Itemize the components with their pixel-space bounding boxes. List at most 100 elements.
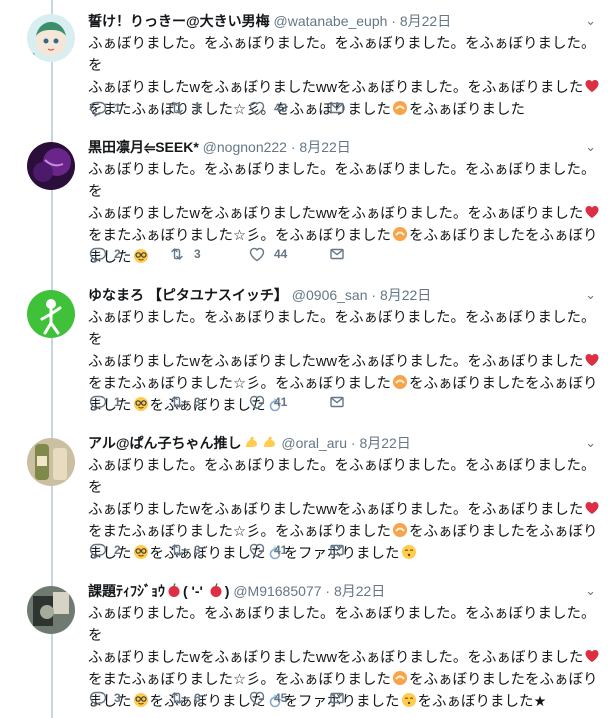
chevron-down-icon[interactable]: ⌄	[585, 11, 596, 31]
separator: ·	[290, 139, 296, 155]
separator: ·	[391, 13, 396, 29]
retweet-count: 3	[194, 247, 201, 261]
text-line: をふぁぼりましたをふぁぼり	[409, 524, 598, 540]
like-count: 43	[274, 101, 288, 115]
red-heart-emoji	[585, 502, 599, 514]
heart-icon	[249, 101, 265, 116]
envelope-icon	[330, 102, 344, 114]
tweet[interactable]: ♪ 誓け！りっきー@大きい男梅 @watanabe_euph · 8月22日 ⌄…	[0, 0, 608, 126]
slot-emoji	[393, 227, 407, 241]
dm-button[interactable]	[328, 541, 408, 559]
text-line: ふぁぼりました。をふぁぼりました。をふぁぼりました。をふぁぼりました。を	[88, 162, 596, 200]
retweet-icon	[171, 692, 183, 704]
avatar[interactable]	[27, 438, 75, 486]
like-button[interactable]: 44	[248, 245, 328, 263]
display-name[interactable]: アル@ぱん子ちゃん推し	[88, 435, 242, 451]
tweet-date[interactable]: 8月22日	[299, 139, 350, 155]
chevron-down-icon[interactable]: ⌄	[585, 285, 596, 305]
retweet-icon	[171, 102, 183, 114]
retweet-button[interactable]: 3	[168, 245, 248, 263]
display-name[interactable]: 課題ﾃｨﾌｼﾞｮｳ	[88, 583, 165, 599]
text-line: をふぁぼりましたをふぁぼり	[409, 376, 598, 392]
tweet-actions: 1 3 41	[88, 392, 408, 412]
reply-count: 2	[114, 247, 121, 261]
tweet-actions: 3 6 45	[88, 688, 408, 708]
display-name-suffix: ( '-'	[183, 583, 207, 599]
display-name[interactable]: ゆなまろ 【ピタユナスイッチ】	[88, 287, 288, 303]
display-name[interactable]: 誓け！りっきー@大きい男梅	[88, 13, 270, 29]
chevron-down-icon[interactable]: ⌄	[585, 433, 596, 453]
tweet[interactable]: アル@ぱん子ちゃん推し @oral_aru · 8月22日 ⌄ ふぁぼりました。…	[0, 422, 608, 570]
text-line: をふぁぼりましたをふぁぼり	[409, 672, 598, 688]
reply-button[interactable]: 1	[88, 393, 168, 411]
envelope-icon	[330, 248, 344, 260]
user-handle[interactable]: @0906_san	[292, 287, 368, 303]
heart-icon	[249, 247, 265, 262]
retweet-button[interactable]: 3	[168, 541, 248, 559]
svg-text:♪: ♪	[31, 52, 35, 60]
like-count: 41	[274, 395, 288, 409]
text-line: をまたふぁぼりました☆彡。をふぁぼりました	[88, 376, 391, 392]
retweet-icon	[171, 248, 183, 260]
text-line: ふぁぼりました。をふぁぼりました。をふぁぼりました。をふぁぼりました。を	[88, 310, 596, 348]
red-heart-emoji	[585, 650, 599, 662]
slot-emoji	[393, 671, 407, 685]
chevron-down-icon[interactable]: ⌄	[585, 581, 596, 601]
retweet-button[interactable]: 3	[168, 99, 248, 117]
reply-button[interactable]: 1	[88, 99, 168, 117]
like-button[interactable]: 43	[248, 99, 328, 117]
text-line: ふぁぼりました。をふぁぼりました。をふぁぼりました。をふぁぼりました。を	[88, 606, 596, 644]
dm-button[interactable]	[328, 99, 408, 117]
like-button[interactable]: 41	[248, 541, 328, 559]
avatar[interactable]	[27, 290, 75, 338]
red-heart-emoji	[585, 354, 599, 366]
reply-button[interactable]: 2	[88, 541, 168, 559]
envelope-icon	[330, 396, 344, 408]
flexed-biceps-emoji	[263, 437, 275, 447]
chevron-down-icon[interactable]: ⌄	[585, 137, 596, 157]
text-line: をまたふぁぼりました☆彡。をふぁぼりました	[88, 228, 391, 244]
text-line: ふぁぼりましたwをふぁぼりましたwwをふぁぼりました。をふぁぼりました	[88, 502, 584, 518]
reply-count: 1	[114, 395, 121, 409]
tweet-date[interactable]: 8月22日	[380, 287, 431, 303]
user-handle[interactable]: @M91685077	[233, 583, 321, 599]
tweet-date[interactable]: 8月22日	[334, 583, 385, 599]
user-handle[interactable]: @nognon222	[203, 139, 287, 155]
dm-button[interactable]	[328, 245, 408, 263]
text-line: ふぁぼりましたwをふぁぼりましたwwをふぁぼりました。をふぁぼりました	[88, 80, 584, 96]
heart-icon	[249, 543, 265, 558]
tweet[interactable]: 黒田凛月⥢SEEK* @nognon222 · 8月22日 ⌄ ふぁぼりました。…	[0, 126, 608, 274]
like-button[interactable]: 45	[248, 689, 328, 707]
user-handle[interactable]: @watanabe_euph	[274, 13, 388, 29]
retweet-button[interactable]: 6	[168, 689, 248, 707]
dm-button[interactable]	[328, 689, 408, 707]
dm-button[interactable]	[328, 393, 408, 411]
heart-icon	[249, 691, 265, 706]
envelope-icon	[330, 692, 344, 704]
text-line: をふぁぼりましたをふぁぼり	[409, 228, 598, 244]
tweet-header: 課題ﾃｨﾌｼﾞｮｳ ( '-' ) @M91685077 · 8月22日 ⌄	[88, 581, 598, 601]
avatar[interactable]	[27, 142, 75, 190]
tweet-date[interactable]: 8月22日	[400, 13, 451, 29]
avatar[interactable]	[27, 586, 75, 634]
reply-button[interactable]: 3	[88, 689, 168, 707]
like-button[interactable]: 41	[248, 393, 328, 411]
tweet[interactable]: 課題ﾃｨﾌｼﾞｮｳ ( '-' ) @M91685077 · 8月22日 ⌄ ふぁ…	[0, 570, 608, 718]
reply-icon	[89, 247, 106, 263]
separator: ·	[350, 435, 356, 451]
retweet-count: 3	[194, 395, 201, 409]
tweet[interactable]: ゆなまろ 【ピタユナスイッチ】 @0906_san · 8月22日 ⌄ ふぁぼり…	[0, 274, 608, 422]
heart-icon	[249, 395, 265, 410]
text-line: ふぁぼりましたwをふぁぼりましたwwをふぁぼりました。をふぁぼりました	[88, 650, 584, 666]
reply-button[interactable]: 2	[88, 245, 168, 263]
display-name[interactable]: 黒田凛月⥢SEEK*	[88, 139, 199, 155]
retweet-button[interactable]: 3	[168, 393, 248, 411]
avatar[interactable]: ♪	[27, 14, 75, 62]
retweet-icon	[171, 544, 183, 556]
user-handle[interactable]: @oral_aru	[281, 435, 347, 451]
tweet-date[interactable]: 8月22日	[359, 435, 410, 451]
slot-emoji	[393, 375, 407, 389]
like-count: 45	[274, 691, 288, 705]
retweet-count: 3	[194, 101, 201, 115]
text-line: をまたふぁぼりました☆彡。をふぁぼりました	[88, 524, 391, 540]
